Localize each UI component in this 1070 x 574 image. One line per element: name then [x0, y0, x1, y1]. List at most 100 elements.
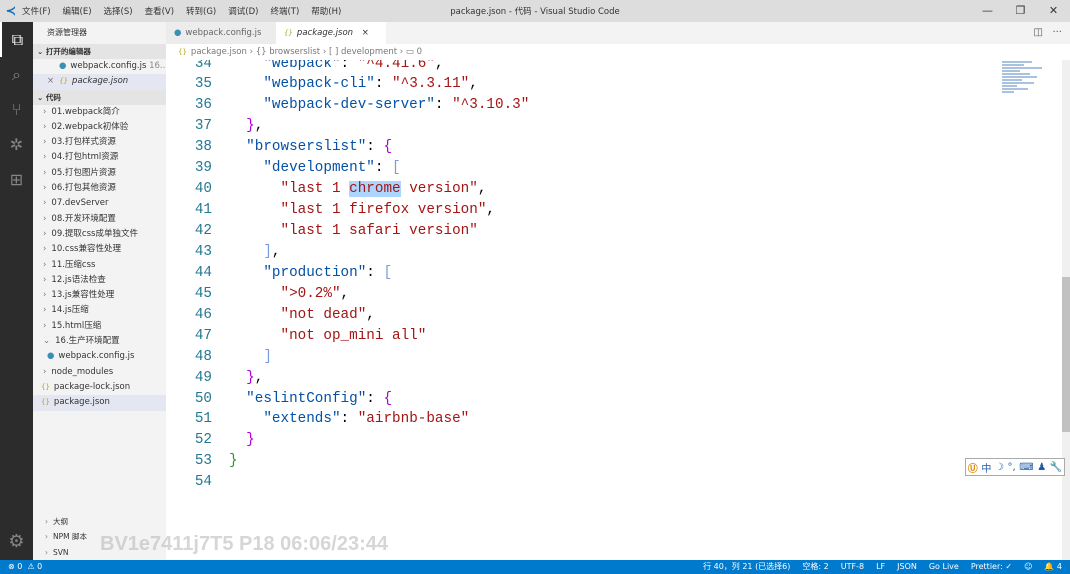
menu-item[interactable]: 终端(T) [270, 7, 299, 17]
menu-bar: 文件(F) 编辑(E) 选择(S) 查看(V) 转到(G) 调试(D) 终端(T) 帮助(H) [22, 5, 353, 17]
tree-file-package-json[interactable]: {} package.json [33, 395, 166, 411]
tree-folder[interactable]: › 05.打包图片资源 [33, 166, 166, 181]
ime-button[interactable]: ☽ [995, 462, 1004, 473]
tab-package-json[interactable]: {} package.json × [276, 22, 386, 44]
tab-webpack-config[interactable]: ● webpack.config.js [166, 22, 276, 44]
status-item[interactable]: 行 40，列 21 (已选择6) [703, 560, 790, 574]
tree-folder[interactable]: › 10.css兼容性处理 [33, 242, 166, 257]
chevron-right-icon: › [43, 137, 47, 148]
code-line: 38 "browserslist": { [166, 137, 529, 158]
status-item[interactable]: 空格: 2 [802, 560, 828, 574]
minimap[interactable] [1002, 60, 1052, 130]
status-item[interactable]: Prettier: ✓ [971, 560, 1012, 574]
status-item[interactable]: UTF-8 [841, 560, 864, 574]
tree-folder[interactable]: › 03.打包样式资源 [33, 135, 166, 150]
line-number: 38 [194, 139, 212, 156]
section-label: NPM 脚本 [53, 532, 87, 542]
line-number: 34 [194, 60, 212, 72]
minimize-icon[interactable]: — [971, 0, 1004, 22]
menu-item[interactable]: 转到(G) [186, 7, 216, 17]
debug-icon[interactable]: ✲ [0, 127, 33, 162]
errors-count[interactable]: ⊗ 0 [8, 562, 22, 571]
breadcrumb-browserslist[interactable]: browserslist [269, 47, 320, 57]
open-editors-section[interactable]: ⌄ 打开的编辑器 [33, 44, 166, 59]
breadcrumb-file[interactable]: package.json [191, 47, 247, 57]
code-token: : [340, 411, 358, 428]
code-token: "last 1 firefox version" [280, 202, 487, 219]
ime-button[interactable]: ♟ [1037, 462, 1046, 473]
status-item[interactable]: 🔔 4 [1044, 560, 1062, 574]
source-control-icon[interactable]: ⑂ [0, 92, 33, 127]
ime-button[interactable]: 🔧 [1050, 462, 1062, 473]
sidebar-title: 资源管理器 [47, 28, 87, 37]
ime-button[interactable]: °, [1007, 462, 1015, 473]
tree-folder[interactable]: › 15.html压缩 [33, 319, 166, 334]
webpack-file-icon: ● [174, 28, 182, 38]
tree-folder[interactable]: › 12.js语法检查 [33, 273, 166, 288]
code-token: [ [392, 160, 401, 177]
tree-folder[interactable]: › 13.js兼容性处理 [33, 288, 166, 303]
tree-folder[interactable]: › 07.devServer [33, 196, 166, 211]
restore-icon[interactable]: ❐ [1004, 0, 1037, 22]
menu-item[interactable]: 选择(S) [104, 7, 133, 17]
tree-folder-node-modules[interactable]: › node_modules [33, 365, 166, 380]
extensions-icon[interactable]: ⊞ [0, 162, 33, 197]
more-actions-icon[interactable]: ··· [1052, 27, 1062, 38]
status-item[interactable]: Go Live [929, 560, 959, 574]
code-line: 50 "eslintConfig": { [166, 389, 529, 410]
tree-folder[interactable]: › 02.webpack初体验 [33, 120, 166, 135]
menu-item[interactable]: 帮助(H) [311, 7, 341, 17]
close-tab-icon[interactable]: × [362, 28, 369, 38]
vscode-logo-icon: ≺ [5, 3, 17, 19]
menu-item[interactable]: 调试(D) [228, 7, 258, 17]
menu-item[interactable]: 文件(F) [22, 7, 51, 17]
code-token: "development" [263, 160, 375, 177]
tree-folder[interactable]: › 09.提取css成单独文件 [33, 227, 166, 242]
tree-file-webpack-config[interactable]: ● webpack.config.js [33, 349, 166, 364]
close-icon[interactable]: × [47, 76, 54, 86]
tree-folder[interactable]: › 01.webpack简介 [33, 105, 166, 120]
chevron-right-icon: › [43, 106, 47, 117]
tree-folder[interactable]: › 11.压缩css [33, 258, 166, 273]
menu-item[interactable]: 编辑(E) [63, 7, 92, 17]
sidebar-section[interactable]: › 大纲 [33, 514, 166, 529]
tree-folder-label: 06.打包其他资源 [51, 183, 116, 194]
gear-icon[interactable]: ⚙ [0, 531, 33, 552]
tree-folder[interactable]: › 04.打包html资源 [33, 150, 166, 165]
tree-folder-expanded[interactable]: ⌄ 16.生产环境配置 [33, 334, 166, 349]
code-token: chrome [349, 181, 401, 198]
scrollbar-thumb[interactable] [1062, 277, 1070, 432]
explorer-icon[interactable]: ⧉ [0, 22, 33, 57]
close-window-icon[interactable]: ✕ [1037, 0, 1070, 22]
code-token: "not dead" [280, 306, 367, 323]
status-item[interactable]: LF [876, 560, 885, 574]
section-label: 大纲 [53, 517, 68, 527]
tree-file-package-lock[interactable]: {} package-lock.json [33, 380, 166, 395]
tree-folder-label: 15.html压缩 [51, 320, 102, 331]
code-token: : [374, 76, 393, 93]
folder-section[interactable]: ⌄ 代码 [33, 89, 166, 105]
tree-folder[interactable]: › 08.开发环境配置 [33, 212, 166, 227]
open-editor-package-json[interactable]: ×{} package.json [33, 74, 166, 90]
line-number: 52 [194, 432, 212, 449]
menu-item[interactable]: 查看(V) [145, 7, 174, 17]
tree-folder-label: 11.压缩css [51, 259, 96, 270]
split-editor-icon[interactable]: ◫ [1033, 27, 1042, 38]
ime-button[interactable]: 中 [981, 460, 991, 475]
video-watermark: BV1e7411j7T5 P18 06:06/23:44 [100, 533, 388, 555]
search-icon[interactable]: ⌕ [0, 57, 33, 92]
vertical-scrollbar[interactable] [1062, 60, 1070, 560]
ime-button[interactable]: ⌨ [1019, 462, 1033, 473]
open-editor-webpack-config[interactable]: ●webpack.config.js 16... [33, 59, 166, 74]
tree-folder[interactable]: › 06.打包其他资源 [33, 181, 166, 196]
status-item[interactable]: ☺ [1024, 560, 1032, 574]
tree-folder[interactable]: › 14.js压缩 [33, 303, 166, 318]
code-editor[interactable]: 34 "webpack": "^4.41.6", 35 "webpack-cli"… [166, 60, 1062, 560]
status-item[interactable]: JSON [897, 560, 917, 574]
warnings-count[interactable]: ⚠ 0 [27, 562, 42, 571]
chevron-right-icon: › [43, 152, 47, 163]
breadcrumb-development[interactable]: development [341, 47, 397, 57]
breadcrumb-index[interactable]: 0 [417, 47, 422, 57]
